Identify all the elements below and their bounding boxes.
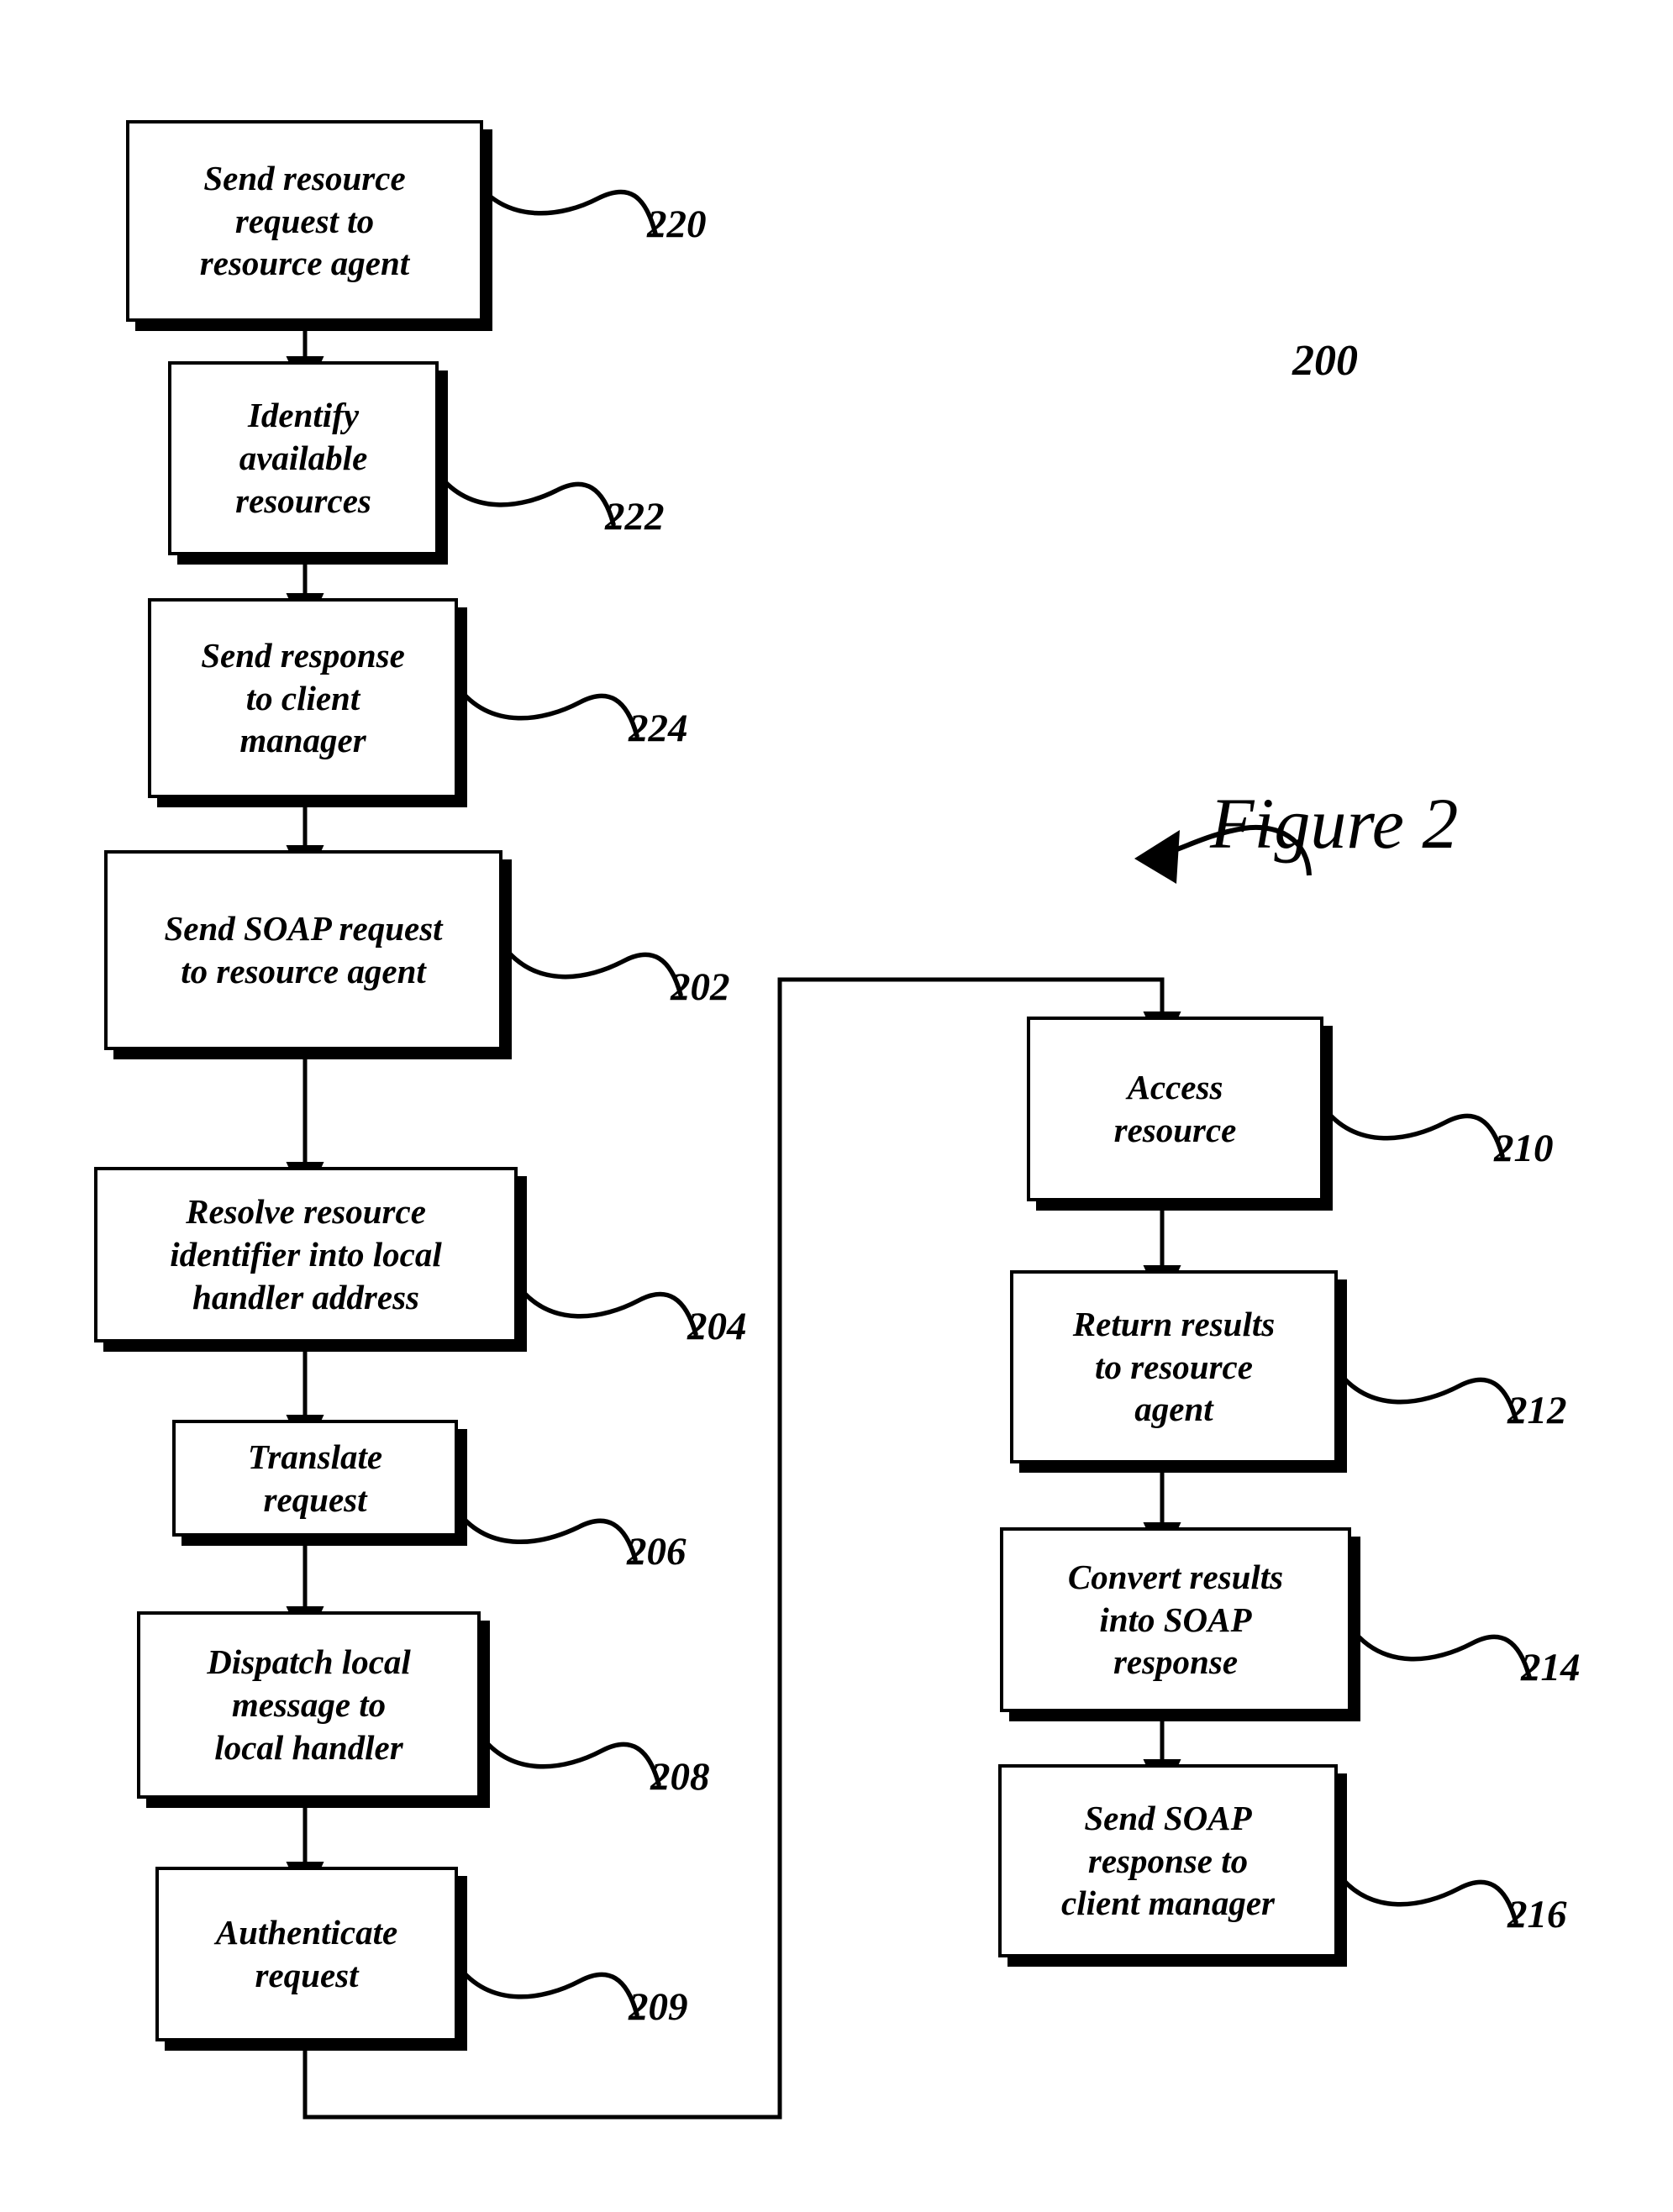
leader-216	[1335, 1871, 1518, 1925]
flow-node-220[interactable]: Send resource request to resource agent	[126, 120, 483, 322]
flow-node-216[interactable]: Send SOAP response to client manager	[998, 1764, 1338, 1957]
leader-209	[455, 1963, 639, 2017]
flow-node-210-label: Access resource	[1113, 1068, 1237, 1149]
flow-node-204-label: Resolve resource identifier into local h…	[170, 1192, 442, 1316]
flow-node-224[interactable]: Send response to client manager	[148, 598, 458, 798]
flow-node-214-label: Convert results into SOAP response	[1067, 1557, 1284, 1682]
ref-numeral-202: 202	[671, 965, 730, 1009]
flow-node-222[interactable]: Identify available resources	[168, 361, 439, 555]
leader-208	[478, 1733, 661, 1787]
flow-node-212-label: Return results to resource agent	[1072, 1304, 1276, 1429]
flow-node-222-label: Identify available resources	[235, 396, 371, 520]
ref-numeral-208: 208	[650, 1755, 710, 1799]
leader-214	[1349, 1626, 1532, 1679]
flow-node-204[interactable]: Resolve resource identifier into local h…	[94, 1167, 518, 1342]
figure-caption: Figure 2	[1210, 783, 1459, 864]
ref-numeral-204: 204	[687, 1305, 747, 1348]
flow-node-202[interactable]: Send SOAP request to resource agent	[104, 850, 502, 1050]
ref-numeral-212: 212	[1507, 1389, 1567, 1432]
flow-node-210[interactable]: Access resource	[1027, 1017, 1323, 1201]
flow-node-212[interactable]: Return results to resource agent	[1010, 1270, 1338, 1463]
leader-222	[436, 472, 616, 527]
arrowhead-200	[1134, 830, 1180, 884]
ref-numeral-210: 210	[1494, 1127, 1554, 1170]
patent-figure-page: Send resource request to resource agent …	[0, 0, 1673, 2212]
leader-220	[472, 178, 658, 236]
ref-numeral-216: 216	[1507, 1893, 1567, 1936]
flow-node-216-label: Send SOAP response to client manager	[1061, 1798, 1275, 1923]
flow-node-206[interactable]: Translate request	[172, 1420, 458, 1537]
leader-212	[1335, 1369, 1518, 1422]
leader-202	[500, 943, 683, 997]
flow-node-209-label: Authenticate request	[215, 1913, 398, 1994]
flow-node-209[interactable]: Authenticate request	[155, 1867, 458, 2041]
leader-206	[455, 1510, 638, 1562]
flow-node-224-label: Send response to client manager	[201, 635, 405, 760]
flow-node-206-label: Translate request	[247, 1437, 383, 1519]
flow-node-220-label: Send resource request to resource agent	[199, 158, 410, 283]
flow-node-208[interactable]: Dispatch local message to local handler	[137, 1611, 481, 1799]
flow-node-208-label: Dispatch local message to local handler	[207, 1642, 411, 1767]
flow-node-214[interactable]: Convert results into SOAP response	[1000, 1527, 1351, 1712]
ref-numeral-209: 209	[629, 1985, 688, 2029]
ref-numeral-214: 214	[1521, 1646, 1581, 1689]
ref-numeral-200: 200	[1292, 337, 1358, 385]
ref-numeral-222: 222	[605, 495, 665, 539]
leader-224	[455, 685, 639, 738]
flow-node-202-label: Send SOAP request to resource agent	[164, 909, 443, 990]
ref-numeral-206: 206	[627, 1530, 687, 1574]
ref-numeral-220: 220	[647, 202, 707, 246]
leader-204	[515, 1283, 698, 1337]
leader-210	[1321, 1105, 1505, 1159]
ref-numeral-224: 224	[629, 707, 688, 750]
